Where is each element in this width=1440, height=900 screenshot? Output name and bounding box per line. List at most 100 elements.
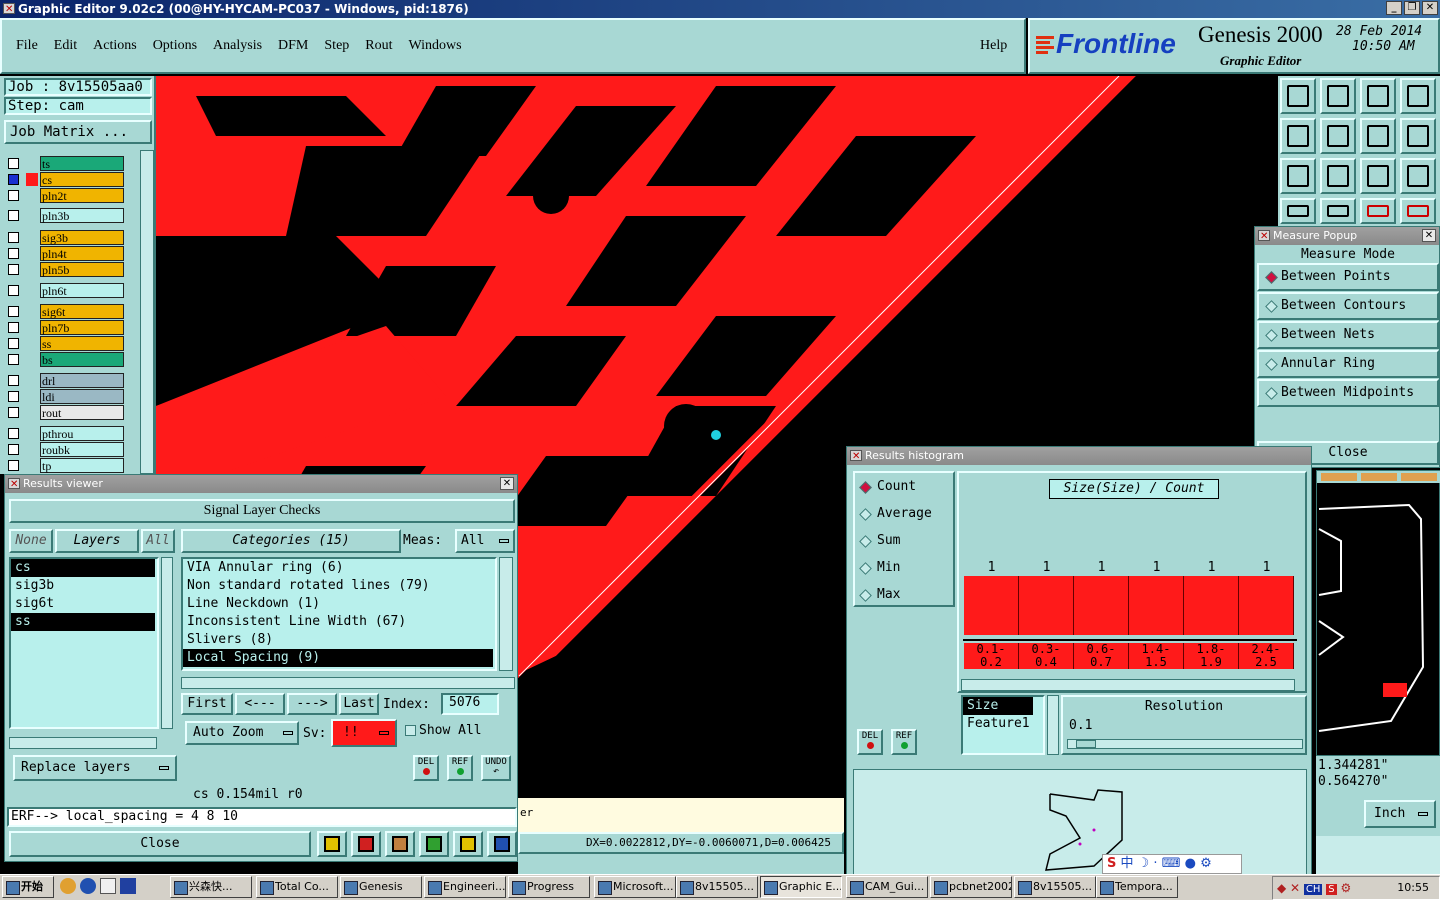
category-item[interactable]: Non standard rotated lines (79) [183, 577, 493, 595]
undo-button[interactable]: UNDO ↶ [481, 755, 511, 781]
layer-row-pln4t[interactable]: pln4t [6, 246, 124, 261]
auto-zoom-select[interactable]: Auto Zoom [185, 721, 299, 745]
layer-results-hscroll[interactable] [9, 737, 157, 749]
show-all-checkbox[interactable] [405, 725, 416, 736]
unit-select[interactable]: Inch [1364, 800, 1436, 828]
layer-row-pln2t[interactable]: pln2t [6, 188, 124, 203]
menu-help[interactable]: Help [980, 38, 1007, 54]
taskbar-item[interactable]: Engineeri... [424, 876, 506, 898]
layer-checkbox[interactable] [8, 460, 19, 471]
histogram-field-list[interactable]: Size Feature1 [961, 695, 1045, 755]
category-list[interactable]: VIA Annular ring (6) Non standard rotated… [181, 557, 497, 671]
toolbar-button[interactable] [1320, 198, 1356, 224]
histogram-bar[interactable] [1184, 576, 1239, 635]
layers-button[interactable]: Layers [55, 529, 139, 553]
menu-file[interactable]: File [16, 38, 38, 54]
layer-checkbox[interactable] [8, 354, 19, 365]
quicklaunch-icon[interactable] [80, 878, 96, 894]
measure-option-between-points[interactable]: Between Points [1257, 263, 1439, 291]
layer-row-drl[interactable]: drl [6, 373, 124, 388]
histogram-option-count[interactable]: Count [857, 477, 951, 499]
histogram-bar[interactable] [1239, 576, 1294, 635]
toolbar-button[interactable] [1400, 78, 1436, 114]
layer-checkbox[interactable] [8, 322, 19, 333]
layer-row-pln7b[interactable]: pln7b [6, 320, 124, 335]
ref-button[interactable]: REF [447, 755, 473, 781]
menu-actions[interactable]: Actions [93, 38, 137, 54]
last-button[interactable]: Last [339, 693, 379, 715]
taskbar-item[interactable]: pcbnet2002 [930, 876, 1012, 898]
meas-select[interactable]: All [455, 529, 515, 553]
replace-layers-select[interactable]: Replace layers [13, 755, 177, 781]
layer-row-ldi[interactable]: ldi [6, 389, 124, 404]
toolbar-button[interactable] [1360, 198, 1396, 224]
result-layer-item[interactable]: ss [11, 613, 155, 631]
ime-toolbar[interactable]: S 中 ☽ · ⌨ ● ⚙ [1102, 854, 1242, 874]
layer-row-pthrou[interactable]: pthrou [6, 426, 124, 441]
all-layers-button[interactable]: All [141, 529, 175, 553]
layer-checkbox[interactable] [8, 174, 19, 185]
viewer-tool-button[interactable] [317, 831, 347, 857]
histogram-del-button[interactable]: DEL [857, 729, 883, 755]
none-button[interactable]: None [9, 529, 53, 553]
layer-checkbox[interactable] [8, 285, 19, 296]
toolbar-button[interactable] [1360, 78, 1396, 114]
taskbar-item[interactable]: Progress [508, 876, 590, 898]
menu-windows[interactable]: Windows [409, 38, 462, 54]
quicklaunch-icon[interactable] [100, 878, 116, 894]
menu-step[interactable]: Step [324, 38, 349, 54]
histogram-option-average[interactable]: Average [857, 504, 951, 526]
measure-option-between-contours[interactable]: Between Contours [1257, 292, 1439, 320]
layer-checkbox[interactable] [8, 232, 19, 243]
result-layer-item[interactable]: cs [11, 559, 155, 577]
histogram-option-min[interactable]: Min [857, 558, 951, 580]
menu-options[interactable]: Options [153, 38, 197, 54]
taskbar-item[interactable]: Genesis [340, 876, 422, 898]
histogram-ref-button[interactable]: REF [891, 729, 917, 755]
histogram-field-item[interactable]: Feature1 [963, 715, 1043, 733]
histogram-bar[interactable] [1019, 576, 1074, 635]
layer-results-list[interactable]: cs sig3b sig6t ss [9, 557, 159, 729]
taskbar-item[interactable]: Graphic E... [760, 876, 842, 898]
toolbar-button[interactable] [1280, 158, 1316, 194]
layer-checkbox[interactable] [8, 248, 19, 259]
layer-row-roubk[interactable]: roubk [6, 442, 124, 457]
taskbar-item[interactable]: Tempora... [1096, 876, 1178, 898]
layer-row-pln3b[interactable]: pln3b [6, 208, 124, 223]
histogram-option-max[interactable]: Max [857, 585, 951, 607]
toolbar-button[interactable] [1400, 198, 1436, 224]
quicklaunch-icon[interactable] [120, 878, 136, 894]
start-button[interactable]: 开始 [2, 876, 54, 898]
taskbar-item[interactable]: CAM_Gui... [846, 876, 928, 898]
layer-checkbox[interactable] [8, 407, 19, 418]
del-button[interactable]: DEL [413, 755, 439, 781]
job-matrix-button[interactable]: Job Matrix ... [4, 120, 152, 144]
menu-edit[interactable]: Edit [54, 38, 77, 54]
layer-checkbox[interactable] [8, 375, 19, 386]
viewer-tool-button[interactable] [487, 831, 517, 857]
layer-checkbox[interactable] [8, 391, 19, 402]
prev-button[interactable]: <--- [235, 693, 285, 715]
layer-scrollbar[interactable] [140, 150, 154, 474]
tray-icons[interactable]: ◆ ✕ CH S ⚙ [1277, 881, 1351, 895]
layer-row-tp[interactable]: tp [6, 458, 124, 473]
layer-row-ss[interactable]: ss [6, 336, 124, 351]
layer-row-sig6t[interactable]: sig6t [6, 304, 124, 319]
layer-checkbox[interactable] [8, 264, 19, 275]
close-window-button[interactable]: ✕ [1422, 1, 1438, 15]
results-close-button[interactable]: Close [9, 831, 311, 857]
measure-option-annular-ring[interactable]: Annular Ring [1257, 350, 1439, 378]
resolution-slider[interactable] [1067, 739, 1303, 749]
taskbar-item[interactable]: 8v15505... [1014, 876, 1096, 898]
layer-checkbox[interactable] [8, 190, 19, 201]
category-item[interactable]: Inconsistent Line Width (67) [183, 613, 493, 631]
toolbar-button[interactable] [1280, 198, 1316, 224]
minimize-button[interactable]: _ [1386, 1, 1402, 15]
toolbar-button[interactable] [1360, 118, 1396, 154]
layer-checkbox[interactable] [8, 158, 19, 169]
layer-row-pln5b[interactable]: pln5b [6, 262, 124, 277]
result-layer-item[interactable]: sig3b [11, 577, 155, 595]
results-viewer-close-icon[interactable]: ✕ [500, 477, 514, 490]
layer-results-scrollbar[interactable] [161, 557, 173, 729]
measure-popup-close-icon[interactable]: ✕ [1422, 229, 1436, 242]
